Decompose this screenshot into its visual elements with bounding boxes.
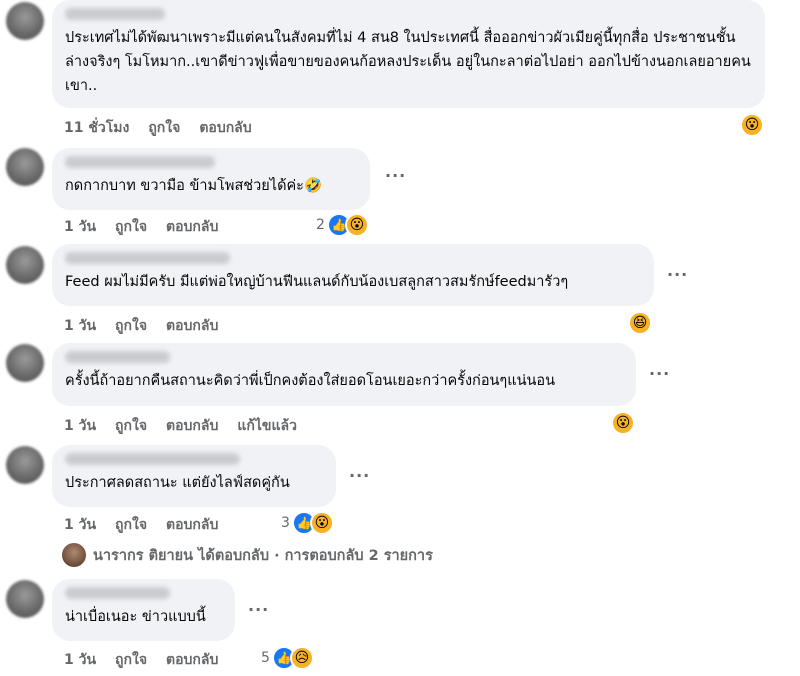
reply-link[interactable]: ตอบกลับ	[199, 117, 251, 139]
author-name-blurred[interactable]	[65, 453, 240, 465]
comment-bubble: น่าเบื่อเนอะ ข่าวแบบนี้	[52, 579, 235, 641]
comment-text: Feed ผมไม่มีครับ มีแต่พ่อใหญ่บ้านฟีนแลนด…	[65, 274, 569, 290]
like-link[interactable]: ถูกใจ	[115, 315, 147, 337]
comment-time[interactable]: 1 วัน	[64, 415, 96, 437]
more-options-icon[interactable]: ···	[649, 364, 670, 383]
reply-link[interactable]: ตอบกลับ	[166, 514, 218, 536]
comment-time[interactable]: 1 วัน	[64, 649, 96, 671]
comment-bubble: กดกากบาท ขวามือ ข้ามโพสช่วยได้ค่ะ🤣	[52, 148, 370, 210]
reaction-count: 3	[281, 515, 290, 531]
reply-link[interactable]: ตอบกลับ	[166, 415, 218, 437]
wow-icon: 😮	[611, 411, 635, 435]
sad-icon: 😥	[289, 646, 314, 670]
avatar[interactable]	[6, 344, 44, 382]
reaction-summary[interactable]: 5 👍 😥	[261, 646, 314, 670]
avatar[interactable]	[6, 148, 44, 186]
comment-actions: 11 ชั่วโมง ถูกใจ ตอบกลับ	[64, 117, 252, 139]
comment-actions: 1 วัน ถูกใจ ตอบกลับ	[64, 315, 218, 337]
avatar[interactable]	[6, 446, 44, 484]
reaction-summary[interactable]: 2 👍 😮	[316, 213, 369, 237]
comment-time[interactable]: 1 วัน	[64, 514, 96, 536]
more-options-icon[interactable]: ···	[385, 166, 406, 185]
comment-time[interactable]: 1 วัน	[64, 315, 96, 337]
author-name-blurred[interactable]	[65, 252, 230, 264]
reply-link[interactable]: ตอบกลับ	[166, 649, 218, 671]
comment-time[interactable]: 11 ชั่วโมง	[64, 117, 129, 139]
avatar[interactable]	[6, 246, 44, 284]
reaction-summary[interactable]: 😮	[611, 411, 635, 435]
comment-actions: 1 วัน ถูกใจ ตอบกลับ	[64, 649, 218, 671]
avatar[interactable]	[6, 2, 44, 40]
haha-icon: 😆	[628, 311, 652, 335]
more-options-icon[interactable]: ···	[248, 600, 269, 619]
comment-text: ประเทศไม่ได้พัฒนาเพราะมีแต่คนในสังคมที่ไ…	[65, 30, 751, 94]
comment-time[interactable]: 1 วัน	[64, 216, 96, 238]
comment-bubble: Feed ผมไม่มีครับ มีแต่พ่อใหญ่บ้านฟีนแลนด…	[52, 244, 654, 306]
like-link[interactable]: ถูกใจ	[115, 415, 147, 437]
comment-text: กดกากบาท ขวามือ ข้ามโพสช่วยได้ค่ะ🤣	[65, 178, 323, 194]
more-options-icon[interactable]: ···	[349, 466, 370, 485]
reaction-summary[interactable]: 😆	[628, 311, 652, 335]
reaction-count: 5	[261, 650, 270, 666]
reply-summary-text: นารากร ติยายน ได้ตอบกลับ · การตอบกลับ 2 …	[93, 547, 433, 564]
reaction-summary[interactable]: 3 👍 😮	[281, 511, 334, 535]
comment-text: ประกาศลดสถานะ แต่ยังไลฟ์สดคู่กัน	[65, 475, 290, 491]
comment-text: ครั้งนี้ถ้าอยากคืนสถานะคิดว่าพี่เป็กคงต้…	[65, 373, 556, 389]
wow-icon: 😮	[740, 113, 764, 137]
like-link[interactable]: ถูกใจ	[148, 117, 180, 139]
like-link[interactable]: ถูกใจ	[115, 649, 147, 671]
author-name-blurred[interactable]	[65, 351, 170, 363]
reply-link[interactable]: ตอบกลับ	[166, 315, 218, 337]
like-link[interactable]: ถูกใจ	[115, 514, 147, 536]
comment-bubble: ประกาศลดสถานะ แต่ยังไลฟ์สดคู่กัน	[52, 445, 336, 507]
replier-avatar	[62, 543, 86, 567]
reaction-summary[interactable]: 😮	[740, 113, 764, 137]
author-name-blurred[interactable]	[65, 587, 170, 599]
view-replies-link[interactable]: นารากร ติยายน ได้ตอบกลับ · การตอบกลับ 2 …	[62, 543, 433, 567]
wow-icon: 😮	[309, 511, 334, 535]
author-name-blurred[interactable]	[65, 8, 165, 20]
comment-actions: 1 วัน ถูกใจ ตอบกลับ	[64, 514, 218, 536]
reply-link[interactable]: ตอบกลับ	[166, 216, 218, 238]
author-name-blurred[interactable]	[65, 156, 215, 168]
comment-actions: 1 วัน ถูกใจ ตอบกลับ แก้ไขแล้ว	[64, 415, 297, 437]
avatar[interactable]	[6, 580, 44, 618]
comment-text: น่าเบื่อเนอะ ข่าวแบบนี้	[65, 609, 206, 625]
wow-icon: 😮	[344, 213, 369, 237]
more-options-icon[interactable]: ···	[667, 265, 688, 284]
reaction-count: 2	[316, 217, 325, 233]
comment-bubble: ครั้งนี้ถ้าอยากคืนสถานะคิดว่าพี่เป็กคงต้…	[52, 343, 636, 406]
comment-bubble: ประเทศไม่ได้พัฒนาเพราะมีแต่คนในสังคมที่ไ…	[52, 0, 765, 108]
like-link[interactable]: ถูกใจ	[115, 216, 147, 238]
edited-label: แก้ไขแล้ว	[237, 418, 297, 434]
comment-actions: 1 วัน ถูกใจ ตอบกลับ	[64, 216, 218, 238]
